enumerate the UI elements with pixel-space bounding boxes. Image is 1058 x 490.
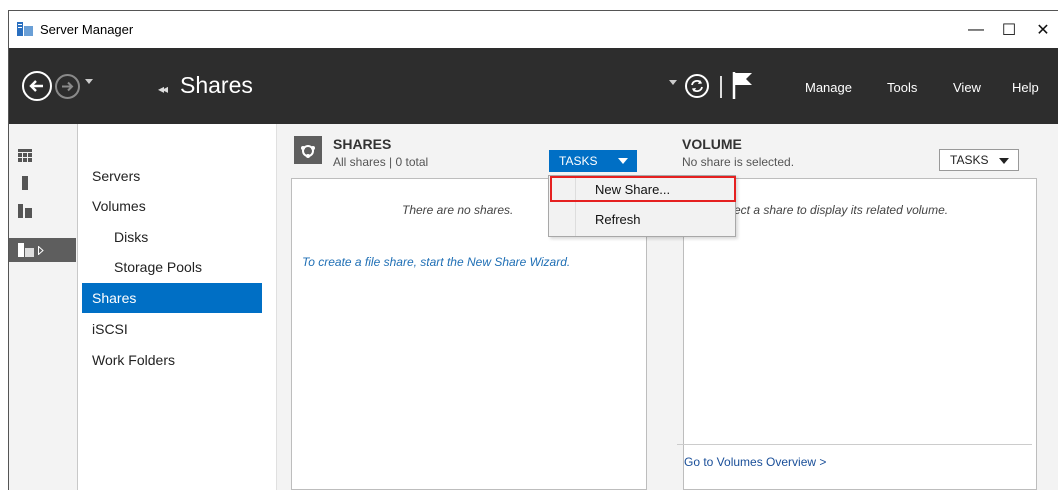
minimize-button[interactable]: —	[960, 17, 992, 43]
volume-summary: No share is selected.	[682, 155, 795, 169]
shares-empty-message: There are no shares.	[402, 203, 514, 217]
window-title: Server Manager	[40, 22, 134, 37]
all-servers-icon[interactable]	[18, 204, 32, 218]
refresh-dropdown-icon[interactable]	[669, 80, 677, 86]
dashboard-icon[interactable]	[18, 149, 32, 163]
menu-tools[interactable]: Tools	[887, 80, 917, 95]
back-button[interactable]	[22, 71, 52, 101]
new-share-highlight-box	[550, 176, 736, 202]
volume-title: VOLUME	[682, 136, 742, 152]
icon-sidebar	[9, 124, 78, 490]
menu-help[interactable]: Help	[1012, 80, 1039, 95]
menu-item-refresh[interactable]: Refresh	[595, 212, 641, 227]
shares-summary: All shares | 0 total	[333, 155, 429, 169]
file-storage-icon	[18, 243, 34, 257]
server-manager-icon	[17, 22, 33, 36]
maximize-button[interactable]: ☐	[993, 17, 1025, 43]
back-arrow-icon	[29, 80, 43, 92]
subnav-item-servers[interactable]: Servers	[92, 168, 140, 184]
shares-title: SHARES	[333, 136, 392, 152]
close-button[interactable]: ✕	[1027, 17, 1058, 43]
subnav-item-work-folders[interactable]: Work Folders	[92, 352, 175, 368]
subnav-item-shares[interactable]: Shares	[82, 283, 262, 313]
shares-section-icon	[294, 136, 322, 164]
subnav-item-storage-pools[interactable]: Storage Pools	[114, 259, 202, 275]
chevron-down-icon	[618, 158, 628, 164]
toolbar-separator	[720, 76, 722, 98]
subnav-item-volumes[interactable]: Volumes	[92, 198, 146, 214]
breadcrumb: Shares	[180, 72, 253, 98]
expand-arrow-icon	[38, 246, 44, 255]
history-dropdown-icon[interactable]	[84, 78, 94, 86]
refresh-icon[interactable]	[684, 73, 710, 99]
shares-tasks-label: TASKS	[559, 154, 598, 168]
notifications-flag-icon[interactable]	[731, 70, 755, 100]
volume-footer-divider	[677, 444, 1032, 445]
title-bar: Server Manager — ☐ ✕	[9, 11, 1058, 48]
file-storage-subnav: Servers Volumes Disks Storage Pools Shar…	[78, 124, 277, 490]
breadcrumb-arrows-icon: ◂◂	[158, 82, 168, 96]
forward-button[interactable]	[55, 74, 80, 99]
volume-message: ect a share to display its related volum…	[734, 203, 949, 217]
volume-tasks-label: TASKS	[950, 153, 989, 167]
navigation-bar: ◂◂ Shares Manage Tools View Help	[9, 48, 1058, 124]
new-share-wizard-link[interactable]: To create a file share, start the New Sh…	[302, 255, 570, 269]
server-manager-window: Server Manager — ☐ ✕ ◂◂ Shares Manage To…	[8, 10, 1058, 490]
menu-view[interactable]: View	[953, 80, 981, 95]
file-storage-services-nav[interactable]	[9, 238, 76, 262]
local-server-icon[interactable]	[18, 176, 32, 190]
forward-arrow-icon	[62, 81, 74, 92]
volume-tasks-button[interactable]: TASKS	[939, 149, 1019, 171]
go-to-volumes-overview-link[interactable]: Go to Volumes Overview >	[684, 455, 826, 469]
share-folder-icon	[296, 140, 320, 160]
shares-tasks-button[interactable]: TASKS	[549, 150, 637, 172]
chevron-down-icon	[999, 158, 1009, 164]
menu-manage[interactable]: Manage	[805, 80, 852, 95]
subnav-item-disks[interactable]: Disks	[114, 229, 148, 245]
subnav-item-iscsi[interactable]: iSCSI	[92, 321, 128, 337]
